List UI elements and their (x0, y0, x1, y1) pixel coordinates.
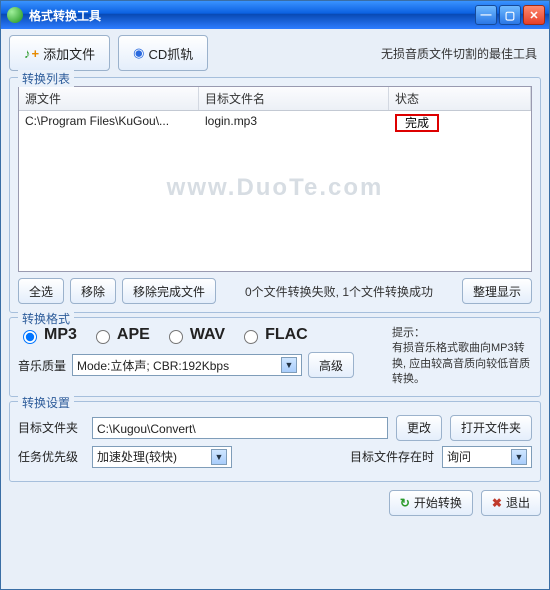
exist-value: 询问 (447, 448, 471, 465)
radio-flac-input[interactable] (244, 330, 258, 344)
radio-ape-input[interactable] (96, 330, 110, 344)
titlebar: 格式转换工具 — ▢ ✕ (1, 1, 549, 29)
start-convert-button[interactable]: 开始转换 (389, 490, 473, 516)
exit-icon (492, 496, 502, 510)
radio-mp3-input[interactable] (23, 330, 37, 344)
minimize-button[interactable]: — (475, 5, 497, 25)
slogan-text: 无损音质文件切割的最佳工具 (381, 45, 541, 62)
cd-rip-button[interactable]: CD抓轨 (118, 35, 208, 71)
radio-flac[interactable]: FLAC (239, 326, 308, 344)
neat-display-button[interactable]: 整理显示 (462, 278, 532, 304)
chevron-down-icon: ▼ (211, 449, 227, 465)
col-status[interactable]: 状态 (389, 87, 531, 110)
convert-icon (400, 496, 410, 510)
table-row[interactable]: C:\Program Files\KuGou\... login.mp3 完成 (19, 111, 531, 134)
close-button[interactable]: ✕ (523, 5, 545, 25)
dest-label: 目标文件夹 (18, 419, 84, 436)
format-group: 转换格式 MP3 APE WAV FLAC 音乐质量 Mode:立体声; CBR… (9, 317, 541, 397)
remove-done-button[interactable]: 移除完成文件 (122, 278, 216, 304)
quality-select[interactable]: Mode:立体声; CBR:192Kbps ▼ (72, 354, 302, 376)
add-file-label: 添加文件 (43, 44, 95, 63)
col-source[interactable]: 源文件 (19, 87, 199, 110)
settings-group: 转换设置 目标文件夹 C:\Kugou\Convert\ 更改 打开文件夹 任务… (9, 401, 541, 482)
client-area: 添加文件 CD抓轨 无损音质文件切割的最佳工具 转换列表 源文件 目标文件名 状… (1, 29, 549, 589)
priority-value: 加速处理(较快) (97, 448, 177, 465)
cell-status: 完成 (389, 111, 531, 134)
radio-ape[interactable]: APE (91, 326, 150, 344)
dest-row: 目标文件夹 C:\Kugou\Convert\ 更改 打开文件夹 (18, 415, 532, 441)
advanced-button[interactable]: 高级 (308, 352, 354, 378)
toolbar: 添加文件 CD抓轨 无损音质文件切割的最佳工具 (9, 35, 541, 71)
tips-label: 提示： (392, 326, 532, 341)
status-badge: 完成 (395, 114, 439, 132)
format-options: MP3 APE WAV FLAC (18, 326, 382, 344)
quality-row: 音乐质量 Mode:立体声; CBR:192Kbps ▼ 高级 (18, 352, 382, 378)
priority-select[interactable]: 加速处理(较快) ▼ (92, 446, 232, 468)
settings-legend: 转换设置 (18, 394, 74, 411)
remove-button[interactable]: 移除 (70, 278, 116, 304)
list-actions: 全选 移除 移除完成文件 0个文件转换失败, 1个文件转换成功 整理显示 (18, 278, 532, 304)
tips-text: 有损音乐格式歌曲向MP3转换, 应由较高音质向较低音质转换。 (392, 341, 532, 387)
col-target[interactable]: 目标文件名 (199, 87, 389, 110)
cell-src: C:\Program Files\KuGou\... (19, 111, 199, 134)
plus-icon (35, 46, 40, 61)
quality-value: Mode:立体声; CBR:192Kbps (77, 357, 229, 374)
dest-path-field[interactable]: C:\Kugou\Convert\ (92, 417, 388, 439)
list-body[interactable]: C:\Program Files\KuGou\... login.mp3 完成 … (19, 111, 531, 271)
radio-mp3[interactable]: MP3 (18, 326, 77, 344)
list-header: 源文件 目标文件名 状态 (19, 87, 531, 111)
list-legend: 转换列表 (18, 70, 74, 87)
window-title: 格式转换工具 (29, 7, 473, 24)
format-legend: 转换格式 (18, 310, 74, 327)
music-note-icon (24, 46, 31, 61)
exit-label: 退出 (506, 494, 530, 511)
cd-rip-label: CD抓轨 (148, 44, 193, 63)
watermark-text: www.DuoTe.com (19, 174, 531, 202)
radio-wav-input[interactable] (169, 330, 183, 344)
change-dest-button[interactable]: 更改 (396, 415, 442, 441)
select-all-button[interactable]: 全选 (18, 278, 64, 304)
exist-label: 目标文件存在时 (350, 448, 434, 465)
maximize-button[interactable]: ▢ (499, 5, 521, 25)
chevron-down-icon: ▼ (511, 449, 527, 465)
chevron-down-icon: ▼ (281, 357, 297, 373)
cd-icon (133, 45, 144, 61)
app-window: 格式转换工具 — ▢ ✕ 添加文件 CD抓轨 无损音质文件切割的最佳工具 转换列… (0, 0, 550, 590)
start-label: 开始转换 (414, 494, 462, 511)
quality-label: 音乐质量 (18, 357, 66, 374)
priority-row: 任务优先级 加速处理(较快) ▼ 目标文件存在时 询问 ▼ (18, 446, 532, 468)
conversion-status-text: 0个文件转换失败, 1个文件转换成功 (245, 283, 433, 300)
conversion-list-group: 转换列表 源文件 目标文件名 状态 C:\Program Files\KuGou… (9, 77, 541, 313)
footer: 开始转换 退出 (9, 488, 541, 516)
tips-box: 提示： 有损音乐格式歌曲向MP3转换, 应由较高音质向较低音质转换。 (392, 326, 532, 388)
priority-label: 任务优先级 (18, 448, 84, 465)
add-file-button[interactable]: 添加文件 (9, 35, 110, 71)
app-icon (7, 7, 23, 23)
file-listbox[interactable]: 源文件 目标文件名 状态 C:\Program Files\KuGou\... … (18, 86, 532, 272)
exist-select[interactable]: 询问 ▼ (442, 446, 532, 468)
open-folder-button[interactable]: 打开文件夹 (450, 415, 532, 441)
exit-button[interactable]: 退出 (481, 490, 541, 516)
cell-tgt: login.mp3 (199, 111, 389, 134)
radio-wav[interactable]: WAV (164, 326, 225, 344)
